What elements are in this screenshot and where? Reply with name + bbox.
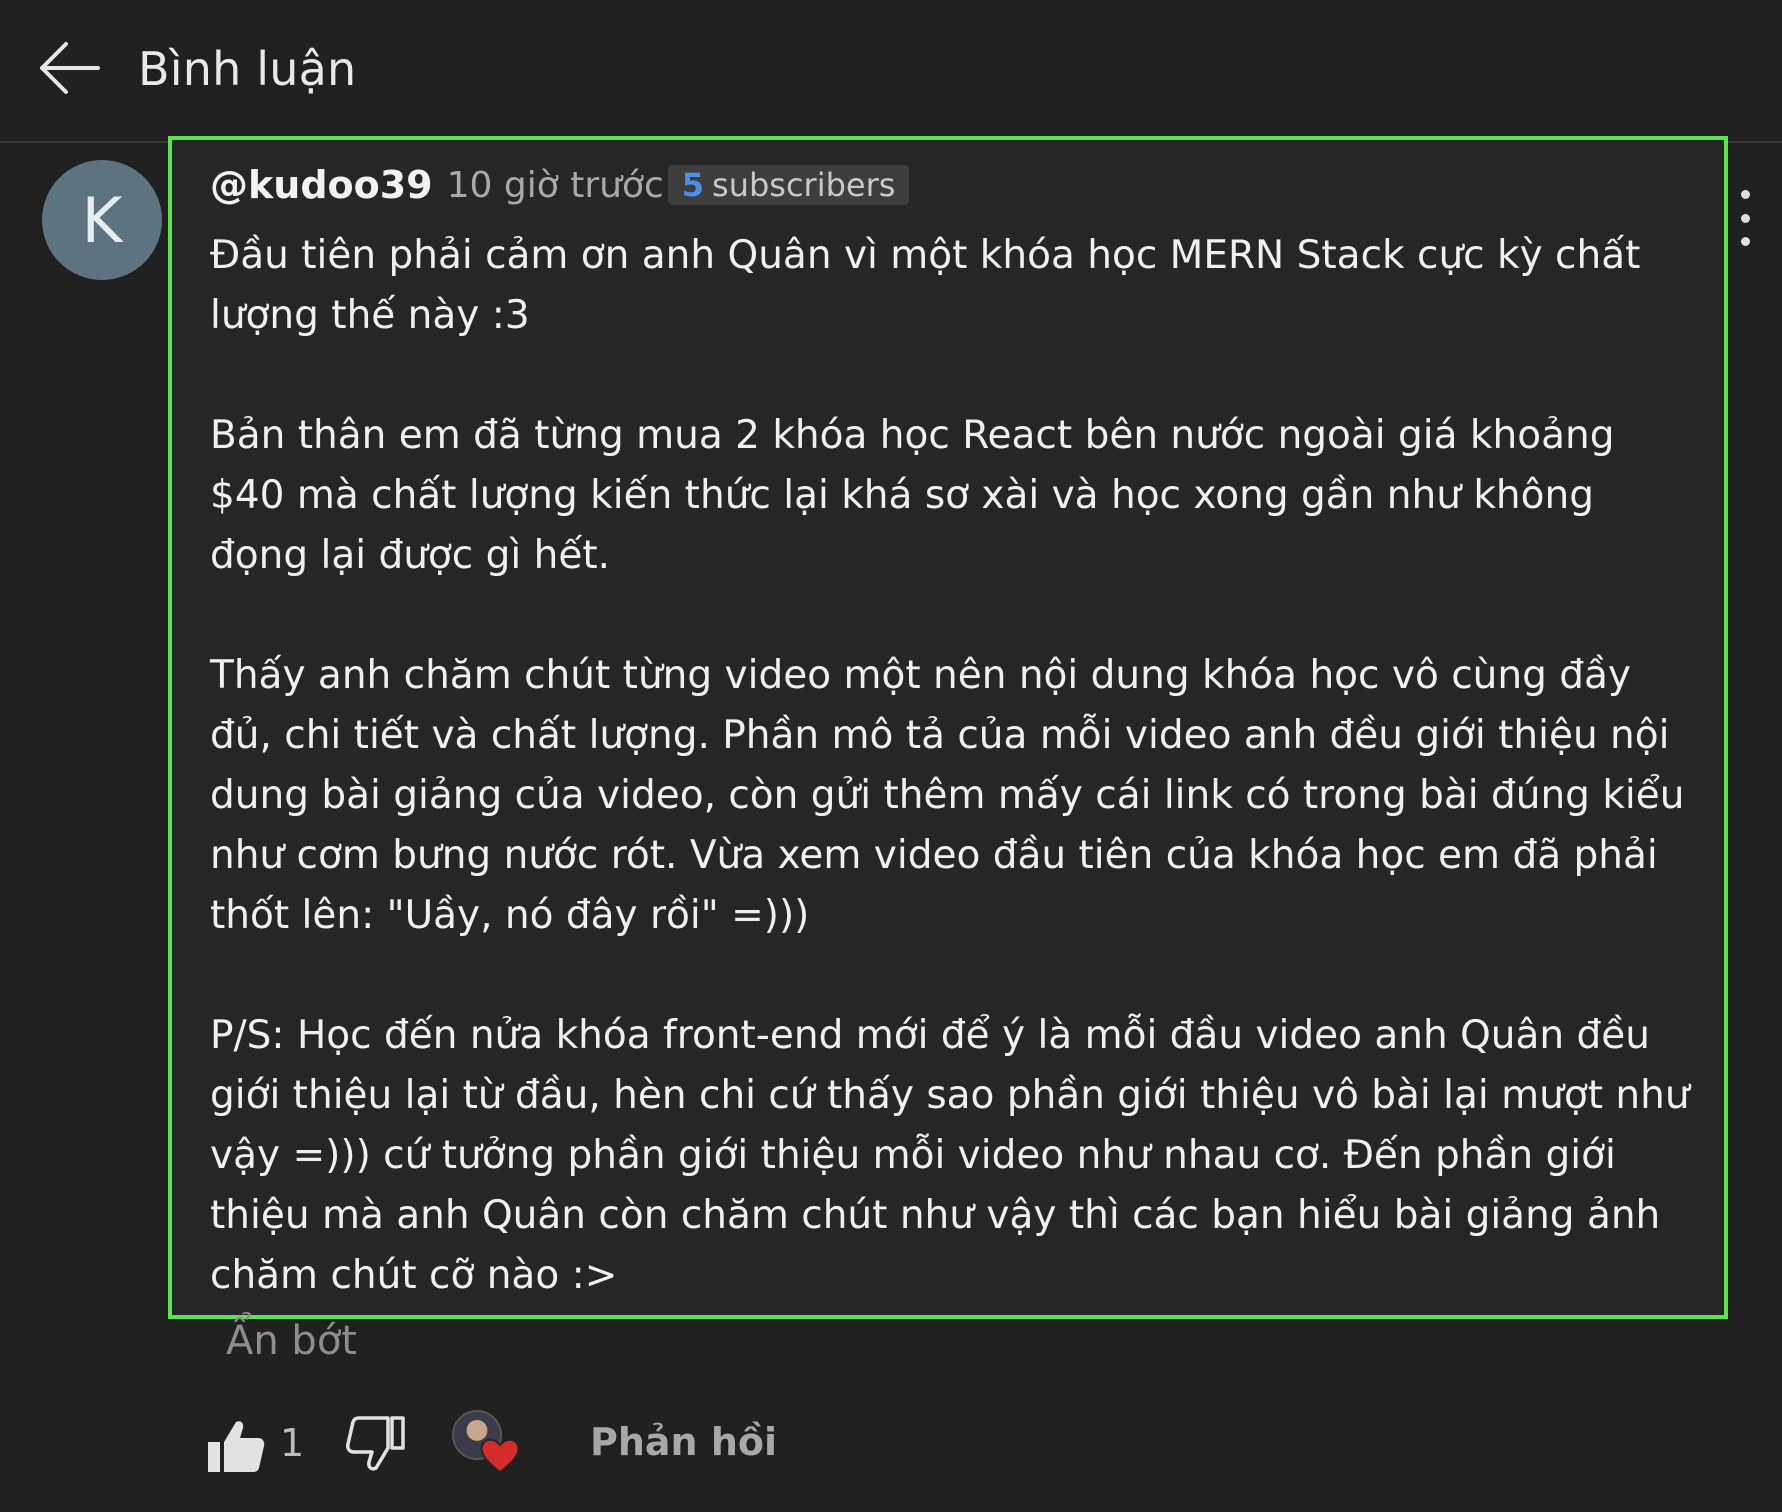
arrow-left-icon: [40, 42, 100, 94]
creator-heart-badge: [452, 1410, 522, 1480]
comment-body: Đầu tiên phải cảm ơn anh Quân vì một khó…: [210, 226, 1690, 1306]
comment-paragraph: P/S: Học đến nửa khóa front-end mới để ý…: [210, 1013, 1690, 1298]
dislike-button[interactable]: [346, 1414, 406, 1474]
like-count: 1: [280, 1421, 305, 1465]
comment-paragraph: Bản thân em đã từng mua 2 khóa học React…: [210, 413, 1615, 578]
comment-timestamp[interactable]: 10 giờ trước: [447, 165, 664, 206]
comments-header: Bình luận: [0, 0, 1782, 143]
comment-meta: @kudoo39 10 giờ trước 5 subscribers: [210, 160, 910, 210]
heart-icon: [480, 1438, 520, 1474]
subscriber-badge: 5 subscribers: [667, 165, 910, 205]
more-dot: [1740, 190, 1750, 199]
comment-paragraph: Thấy anh chăm chút từng video một nên nộ…: [210, 653, 1685, 938]
thumbs-down-icon: [346, 1416, 405, 1471]
more-dot: [1740, 237, 1750, 246]
avatar[interactable]: K: [42, 160, 162, 280]
comment-actions: 1 Phản hồi: [200, 1410, 1400, 1480]
back-button[interactable]: [36, 40, 102, 96]
more-dot: [1740, 213, 1750, 223]
show-less-link[interactable]: Ẩn bớt: [226, 1318, 357, 1364]
author-name[interactable]: @kudoo39: [210, 163, 433, 207]
like-button[interactable]: [206, 1416, 266, 1476]
more-options-button[interactable]: [1730, 190, 1760, 246]
subscriber-count: 5: [681, 166, 705, 204]
thumbs-up-icon: [208, 1421, 265, 1472]
avatar-letter: K: [81, 183, 123, 257]
reply-button[interactable]: Phản hồi: [590, 1416, 777, 1468]
comments-screen: Bình luận K @kudoo39 10 giờ trước 5 subsc…: [0, 0, 1782, 1512]
subscriber-label: subscribers: [712, 166, 896, 204]
comment-paragraph: Đầu tiên phải cảm ơn anh Quân vì một khó…: [210, 233, 1641, 338]
page-title: Bình luận: [138, 42, 357, 96]
